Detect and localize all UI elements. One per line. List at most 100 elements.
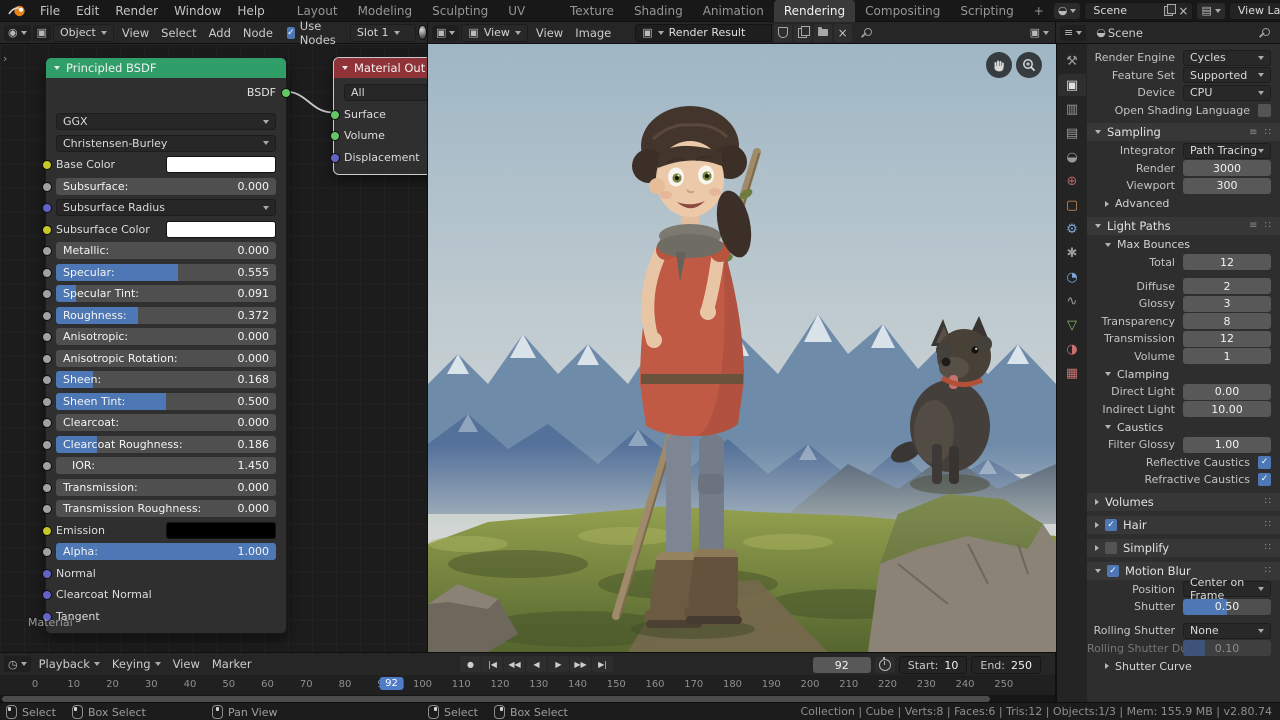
properties-tab-world[interactable]: ⊕ — [1058, 170, 1086, 192]
panel-checkbox[interactable]: ✓ — [1105, 519, 1117, 531]
prop-field-total[interactable]: 12 — [1183, 254, 1271, 270]
input-socket[interactable] — [42, 440, 52, 450]
sidebar-toggle-arrow[interactable]: › — [3, 52, 7, 65]
timeline-menu-keying[interactable]: Keying — [106, 653, 167, 675]
input-socket[interactable] — [42, 203, 52, 213]
input-socket[interactable] — [42, 590, 52, 600]
shader-editor[interactable]: Principled BSDF BSDF GGXChristensen-Burl… — [0, 44, 428, 652]
input-socket[interactable] — [42, 569, 52, 579]
slider-specular-tint[interactable]: Specular Tint:0.091 — [56, 285, 276, 302]
frame-start-field[interactable]: Start:10 — [899, 656, 968, 674]
properties-tab-render[interactable]: ▣ — [1058, 74, 1086, 96]
input-socket[interactable] — [42, 332, 52, 342]
bsdf-output-socket[interactable] — [281, 88, 291, 98]
new-scene-icon[interactable] — [1164, 6, 1173, 16]
input-socket[interactable] — [42, 504, 52, 514]
close-icon[interactable]: × — [1178, 5, 1188, 17]
material-output-node[interactable]: Material Out AllSurfaceVolumeDisplacemen… — [333, 57, 428, 175]
pin-icon[interactable] — [862, 28, 872, 38]
subpanel-header-advanced[interactable]: Advanced — [1087, 196, 1280, 212]
principled-bsdf-node[interactable]: Principled BSDF BSDF GGXChristensen-Burl… — [45, 57, 287, 634]
display-mode-dropdown[interactable]: ▣View — [461, 24, 528, 42]
menu-file[interactable]: File — [32, 0, 68, 22]
blender-logo-icon[interactable] — [8, 4, 26, 18]
slider-clearcoat[interactable]: Clearcoat:0.000 — [56, 414, 276, 431]
input-socket[interactable] — [330, 153, 340, 163]
dropdown-subsurface-radius[interactable]: Subsurface Radius — [56, 199, 276, 216]
open-image-button[interactable] — [814, 24, 832, 42]
workspace-tab-compositing[interactable]: Compositing — [855, 0, 950, 22]
subpanel-header-caustics[interactable]: Caustics — [1087, 419, 1280, 435]
panel-header-volumes[interactable]: Volumes∷ — [1087, 493, 1280, 511]
panel-header-simplify[interactable]: Simplify∷ — [1087, 539, 1280, 557]
unlink-image-button[interactable]: × — [834, 24, 852, 42]
dropdown-all[interactable]: All — [344, 84, 428, 101]
slot-dropdown[interactable]: Slot 1 — [350, 24, 416, 42]
properties-tab-physics[interactable]: ◔ — [1058, 266, 1086, 288]
prop-field-glossy[interactable]: 3 — [1183, 296, 1271, 312]
input-socket[interactable] — [42, 418, 52, 428]
workspace-tab-shading[interactable]: Shading — [624, 0, 693, 22]
panel-options-icons[interactable]: ≡ ∷ — [1249, 127, 1273, 138]
properties-tab-tool[interactable]: ⚒ — [1058, 50, 1086, 72]
panel-header-light-paths[interactable]: Light Paths≡ ∷ — [1087, 217, 1280, 235]
play-button[interactable]: ▶ — [548, 656, 569, 672]
preview-range-button[interactable] — [875, 657, 895, 673]
input-socket[interactable] — [42, 461, 52, 471]
editor-type-button[interactable]: ≡ — [1060, 25, 1086, 41]
input-socket[interactable] — [42, 547, 52, 557]
image-menu-image[interactable]: Image — [569, 22, 617, 44]
input-socket[interactable] — [42, 225, 52, 235]
properties-tab-object[interactable]: ▢ — [1058, 194, 1086, 216]
new-image-button[interactable] — [794, 24, 812, 42]
prop-dropdown-rolling-shutter[interactable]: None — [1183, 623, 1271, 639]
panel-header-sampling[interactable]: Sampling≡ ∷ — [1087, 123, 1280, 141]
browse-scene-button[interactable]: ◒ — [1054, 3, 1081, 19]
prop-dropdown-render-engine[interactable]: Cycles — [1183, 50, 1271, 66]
menu-window[interactable]: Window — [166, 0, 229, 22]
editor-type-button[interactable]: ◉ — [4, 25, 31, 41]
prop-checkbox-reflective-caustics[interactable]: ✓ — [1258, 456, 1271, 469]
editor-type-button[interactable]: ◷ — [4, 656, 31, 672]
current-frame-field[interactable]: 92 — [813, 657, 871, 673]
properties-tab-view-layer[interactable]: ▤ — [1058, 122, 1086, 144]
play-reverse-button[interactable]: ◀ — [526, 656, 547, 672]
shader-menu-select[interactable]: Select — [155, 22, 202, 44]
subpanel-header-shutter-curve[interactable]: Shutter Curve — [1087, 658, 1280, 674]
input-socket[interactable] — [330, 131, 340, 141]
slider-anisotropic-rotation[interactable]: Anisotropic Rotation:0.000 — [56, 350, 276, 367]
prop-field-diffuse[interactable]: 2 — [1183, 278, 1271, 294]
workspace-tab-sculpting[interactable]: Sculpting — [422, 0, 498, 22]
dropdown-ggx[interactable]: GGX — [56, 113, 276, 130]
material-preview-icon[interactable] — [418, 25, 427, 40]
prop-dropdown-integrator[interactable]: Path Tracing — [1183, 143, 1271, 159]
input-socket[interactable] — [42, 289, 52, 299]
input-socket[interactable] — [42, 268, 52, 278]
jump-to-start-button[interactable]: |◀ — [482, 656, 503, 672]
node-header[interactable]: Material Out — [334, 58, 428, 78]
input-socket[interactable] — [330, 110, 340, 120]
record-button[interactable]: ● — [460, 656, 481, 672]
prop-checkbox-open-shading-language[interactable] — [1258, 104, 1271, 117]
workspace-tab-animation[interactable]: Animation — [693, 0, 774, 22]
editor-type-button[interactable]: ▣ — [432, 25, 459, 41]
current-frame-badge[interactable]: 92 — [379, 677, 404, 690]
image-menu-view[interactable]: View — [530, 22, 569, 44]
properties-tab-particles[interactable]: ✱ — [1058, 242, 1086, 264]
subpanel-header-clamping[interactable]: Clamping — [1087, 366, 1280, 382]
input-socket[interactable] — [42, 397, 52, 407]
properties-tab-modifiers[interactable]: ⚙ — [1058, 218, 1086, 240]
slider-anisotropic[interactable]: Anisotropic:0.000 — [56, 328, 276, 345]
timeline-menu-view[interactable]: View — [167, 653, 206, 675]
color-swatch[interactable] — [166, 221, 276, 238]
collapse-triangle-icon[interactable] — [54, 66, 60, 70]
timeline-ruler[interactable]: 0102030405060708090100110120130140150160… — [0, 675, 1055, 695]
panel-header-hair[interactable]: ✓Hair∷ — [1087, 516, 1280, 534]
input-socket[interactable] — [42, 182, 52, 192]
slider-roughness[interactable]: Roughness:0.372 — [56, 307, 276, 324]
prop-checkbox-refractive-caustics[interactable]: ✓ — [1258, 473, 1271, 486]
shader-menu-add[interactable]: Add — [203, 22, 237, 44]
browse-view-layer-button[interactable]: ▤ — [1197, 3, 1224, 19]
subpanel-header-max-bounces[interactable]: Max Bounces — [1087, 237, 1280, 253]
properties-tab-material[interactable]: ◑ — [1058, 338, 1086, 360]
